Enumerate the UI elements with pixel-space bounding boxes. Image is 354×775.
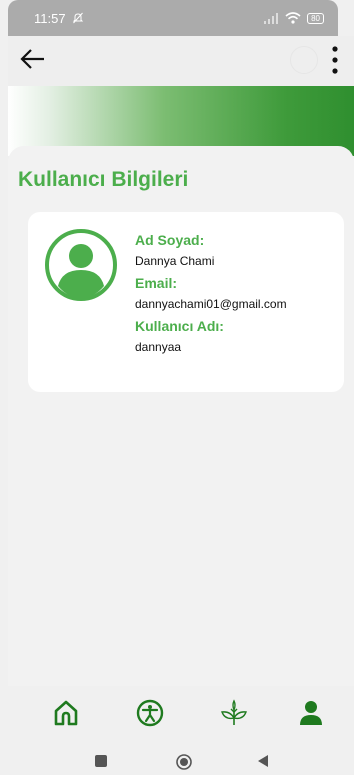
bottom-navigation (8, 690, 354, 740)
status-time: 11:57 (34, 10, 66, 26)
page-title: Kullanıcı Bilgileri (18, 168, 189, 191)
content-sheet: Kullanıcı Bilgileri Ad Soyad: Dannya Cha… (8, 146, 354, 686)
back-arrow-icon[interactable] (18, 44, 48, 74)
system-navigation-bar (8, 748, 354, 775)
plant-icon[interactable] (219, 698, 249, 728)
home-icon[interactable] (51, 698, 81, 728)
email-value: dannyachami01@gmail.com (135, 297, 287, 311)
notification-off-icon (72, 12, 83, 24)
accessibility-icon[interactable] (135, 698, 165, 728)
signal-icon (264, 13, 279, 24)
email-label: Email: (135, 275, 178, 291)
username-label: Kullanıcı Adı: (135, 318, 224, 334)
person-icon[interactable] (296, 698, 326, 728)
loading-spinner (290, 46, 318, 74)
avatar-icon (45, 229, 117, 301)
wifi-icon (285, 12, 301, 24)
name-label: Ad Soyad: (135, 232, 205, 248)
more-options-icon[interactable] (330, 44, 340, 76)
status-bar: 11:57 80 (8, 0, 338, 36)
user-info-card: Ad Soyad: Dannya Chami Email: dannyacham… (28, 212, 344, 392)
name-value: Dannya Chami (135, 254, 215, 268)
back-triangle-icon[interactable] (256, 754, 270, 768)
app-bar (8, 36, 354, 86)
battery-icon: 80 (307, 12, 324, 24)
username-value: dannyaa (135, 340, 182, 354)
home-circle-icon[interactable] (176, 754, 192, 770)
recent-apps-icon[interactable] (94, 754, 108, 768)
